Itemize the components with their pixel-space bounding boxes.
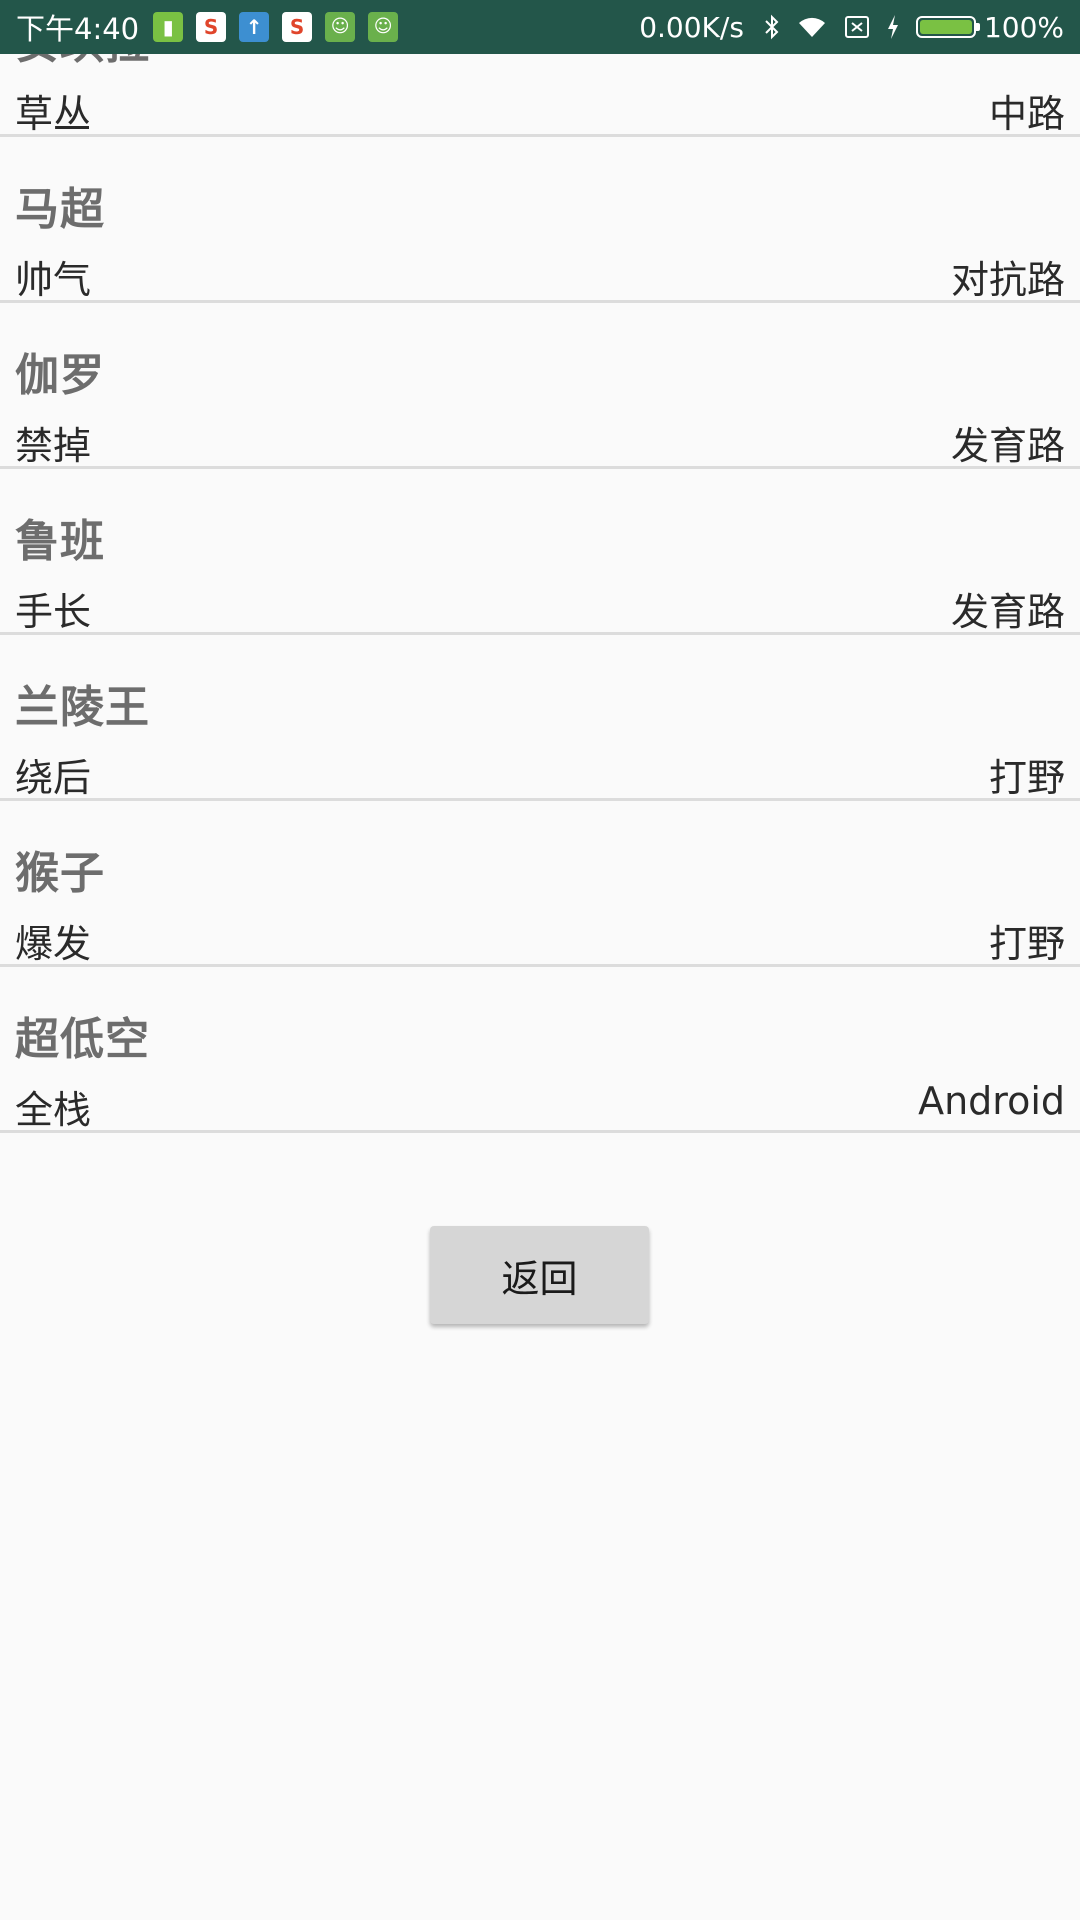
- hero-tag: 全栈: [15, 1088, 92, 1132]
- hero-lane: 发育路: [950, 424, 1065, 468]
- bluetooth-icon: [764, 14, 780, 40]
- battery-icon: [915, 16, 980, 38]
- sogou-icon: S: [282, 12, 313, 42]
- hero-name: 马超: [15, 184, 105, 235]
- list-item[interactable]: 猴子爆发 打野: [0, 801, 1080, 967]
- hero-lane: 发育路: [950, 590, 1065, 634]
- no-sim-icon: [844, 14, 870, 40]
- hero-lane: 中路: [988, 92, 1065, 136]
- list-item[interactable]: 超低空全栈 Android: [0, 967, 1080, 1133]
- hero-tag: 手长: [15, 590, 92, 634]
- list-item[interactable]: 兰陵王绕后 打野: [0, 635, 1080, 801]
- android-icon: ☺: [368, 12, 399, 42]
- hero-lane: 对抗路: [950, 258, 1065, 302]
- list-item[interactable]: 马超帅气 对抗路: [0, 137, 1080, 303]
- hero-tag: 草丛: [15, 92, 92, 136]
- hero-list[interactable]: 安琪拉草丛中路马超帅气对抗路伽罗禁掉发育路鲁班手长发育路兰陵王绕后打野猴子爆发打…: [0, 54, 1080, 1154]
- hero-name: 超低空: [15, 1014, 150, 1065]
- notification-icons: ▮ S ↑ S ☺ ☺: [153, 12, 411, 42]
- back-button[interactable]: 返回: [430, 1226, 649, 1324]
- status-right: 0.00K/s 100%: [639, 11, 1064, 44]
- hero-name: 伽罗: [15, 350, 105, 401]
- hero-tag: 禁掉: [15, 424, 92, 468]
- hero-tag: 爆发: [15, 922, 92, 966]
- upload-icon: ↑: [239, 12, 270, 42]
- android-icon: ☺: [325, 12, 356, 42]
- hero-tag: 帅气: [15, 258, 92, 302]
- battery-app-icon: ▮: [153, 12, 184, 42]
- list-item[interactable]: 鲁班手长 发育路: [0, 469, 1080, 635]
- status-time: 下午4:40: [16, 12, 140, 46]
- hero-lane: 打野: [988, 756, 1065, 800]
- wifi-icon: [796, 15, 828, 39]
- battery-percent: 100%: [983, 10, 1064, 44]
- list-item[interactable]: 安琪拉草丛 中路: [0, 54, 1080, 137]
- sogou-icon: S: [196, 12, 227, 42]
- hero-lane: 打野: [988, 922, 1065, 966]
- hero-tag: 绕后: [15, 756, 92, 800]
- network-speed: 0.00K/s: [639, 10, 744, 44]
- hero-lane: Android: [918, 1079, 1065, 1123]
- hero-name: 安琪拉: [15, 54, 150, 71]
- hero-list-content: 安琪拉草丛中路马超帅气对抗路伽罗禁掉发育路鲁班手长发育路兰陵王绕后打野猴子爆发打…: [0, 54, 1080, 1133]
- charging-icon: [886, 14, 900, 40]
- status-bar: 下午4:40 ▮ S ↑ S ☺ ☺ 0.00K/s 100%: [0, 0, 1080, 54]
- hero-name: 兰陵王: [15, 682, 150, 733]
- list-item[interactable]: 伽罗禁掉 发育路: [0, 303, 1080, 469]
- hero-name: 鲁班: [15, 516, 105, 567]
- hero-name: 猴子: [15, 848, 105, 899]
